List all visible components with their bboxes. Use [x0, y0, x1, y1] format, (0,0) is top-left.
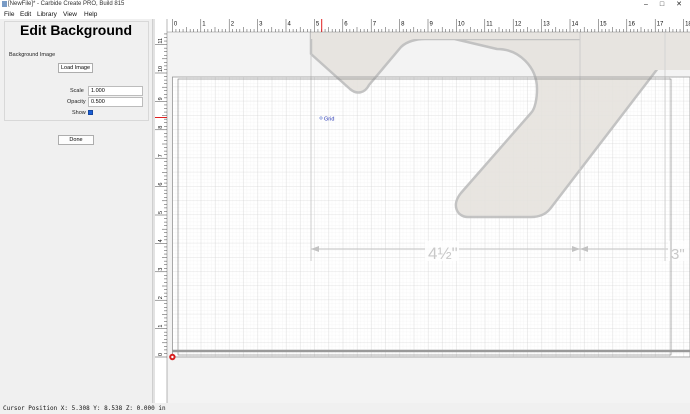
- background-image-label: Background Image: [9, 52, 56, 58]
- done-button[interactable]: Done: [58, 135, 94, 145]
- y-tick-label: 0: [158, 353, 164, 356]
- y-tick-label: 7: [158, 154, 164, 157]
- x-tick-label: 18: [685, 22, 690, 28]
- design-canvas[interactable]: 4½" 3" 0123456789101112131415161718 0123…: [155, 19, 690, 403]
- opacity-input[interactable]: 0.500: [88, 97, 143, 107]
- x-tick-label: 17: [657, 22, 664, 28]
- edit-background-panel: Edit Background Background Image Load Im…: [0, 19, 152, 403]
- scale-label: Scale: [70, 88, 84, 94]
- y-tick-label: 4: [158, 239, 164, 242]
- x-tick-label: 11: [486, 22, 493, 28]
- y-tick-label: 10: [158, 66, 164, 72]
- panel-title: Edit Background: [19, 22, 132, 38]
- opacity-label: Opacity: [67, 99, 86, 105]
- y-tick-label: 1: [158, 325, 164, 328]
- x-tick-label: 15: [600, 22, 607, 28]
- status-bar: Cursor Position X: 5.308 Y: 8.538 Z: 0.0…: [0, 403, 690, 414]
- menu-view[interactable]: View: [63, 11, 77, 18]
- scale-input[interactable]: 1.000: [88, 86, 143, 96]
- window-title: [NewFile]* - Carbide Create PRO, Build 8…: [8, 1, 125, 7]
- maximize-button[interactable]: □: [656, 0, 668, 9]
- y-tick-label: 5: [158, 211, 164, 214]
- app-icon: [2, 1, 7, 7]
- menu-help[interactable]: Help: [84, 11, 97, 18]
- top-ruler: [155, 19, 690, 32]
- dimension-label-4-5: 4½": [428, 244, 458, 263]
- menu-bar: File Edit Library View Help: [0, 9, 690, 19]
- y-tick-label: 6: [158, 183, 164, 186]
- menu-edit[interactable]: Edit: [20, 11, 31, 18]
- x-tick-label: 16: [628, 22, 635, 28]
- show-label: Show: [72, 110, 86, 116]
- menu-file[interactable]: File: [4, 11, 14, 18]
- x-tick-label: 13: [543, 22, 550, 28]
- grid-label: Grid: [324, 117, 334, 123]
- canvas-svg[interactable]: 4½" 3" 0123456789101112131415161718 0123…: [155, 19, 690, 403]
- x-tick-label: 12: [515, 22, 522, 28]
- show-checkbox[interactable]: [88, 110, 93, 115]
- close-button[interactable]: ✕: [673, 0, 685, 9]
- dimension-label-3: 3": [671, 246, 685, 263]
- x-tick-label: 10: [458, 22, 465, 28]
- y-tick-label: 3: [158, 268, 164, 271]
- y-tick-label: 9: [158, 97, 164, 100]
- menu-library[interactable]: Library: [37, 11, 57, 18]
- load-image-button[interactable]: Load Image: [58, 63, 93, 73]
- y-tick-label: 2: [158, 296, 164, 299]
- y-tick-label: 11: [158, 38, 164, 44]
- minimize-button[interactable]: –: [640, 0, 652, 9]
- title-bar: [NewFile]* - Carbide Create PRO, Build 8…: [0, 0, 690, 9]
- x-tick-label: 14: [572, 22, 579, 28]
- y-tick-label: 8: [158, 126, 164, 129]
